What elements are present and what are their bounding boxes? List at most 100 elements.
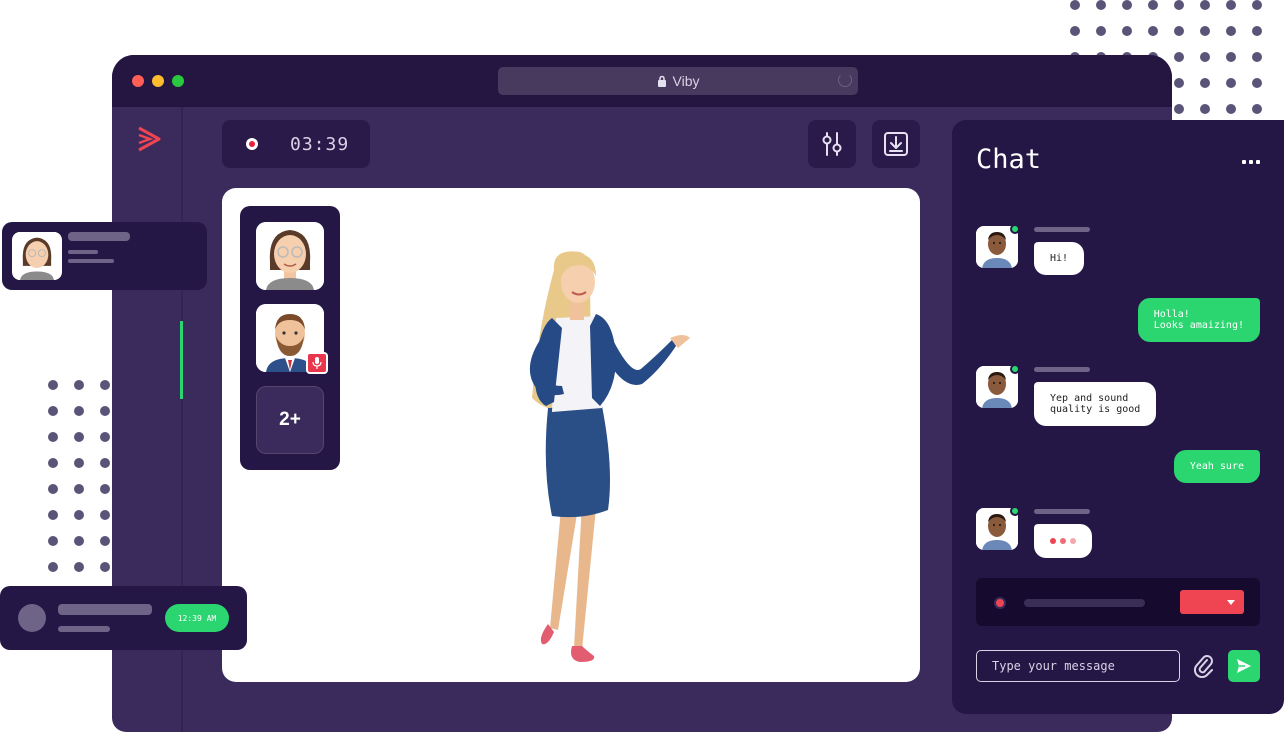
avatar xyxy=(18,604,46,632)
chat-message-outgoing: Yeah sure xyxy=(1173,450,1260,483)
decorative-dot xyxy=(1226,0,1236,10)
online-status-indicator xyxy=(1010,224,1020,234)
decorative-dot xyxy=(100,406,110,416)
name-placeholder xyxy=(1034,367,1090,372)
decorative-dot xyxy=(1252,52,1262,62)
decorative-dot xyxy=(74,458,84,468)
decorative-dot xyxy=(74,510,84,520)
close-window-button[interactable] xyxy=(132,75,144,87)
decorative-dot xyxy=(1070,0,1080,10)
participants-panel: 2+ xyxy=(240,206,340,470)
decorative-dot xyxy=(1226,52,1236,62)
online-status-indicator xyxy=(1010,364,1020,374)
call-timer: 03:39 xyxy=(222,120,370,168)
chat-title: Chat xyxy=(976,144,1042,175)
decorative-dot xyxy=(1252,78,1262,88)
name-placeholder xyxy=(68,232,130,241)
decorative-dot xyxy=(74,380,84,390)
decorative-dot xyxy=(1226,78,1236,88)
online-status-indicator xyxy=(1010,506,1020,516)
time-badge: 12:39 AM xyxy=(165,604,229,632)
decorative-dot xyxy=(48,406,58,416)
decorative-dot xyxy=(100,458,110,468)
address-bar[interactable]: Viby xyxy=(498,67,858,95)
chat-message-outgoing: Holla! Looks amaizing! xyxy=(1137,298,1260,342)
decorative-dot xyxy=(1122,26,1132,36)
decorative-dot xyxy=(1200,26,1210,36)
sidebar-active-indicator xyxy=(180,321,183,399)
participant-thumbnail[interactable] xyxy=(256,222,324,290)
decorative-dot xyxy=(1122,0,1132,10)
microphone-icon[interactable] xyxy=(306,352,328,374)
audio-progress-track[interactable] xyxy=(1024,599,1145,607)
record-button[interactable] xyxy=(994,597,1006,609)
decorative-dot xyxy=(74,432,84,442)
decorative-dot xyxy=(100,562,110,572)
decorative-dot xyxy=(1174,0,1184,10)
more-participants-button[interactable]: 2+ xyxy=(256,386,324,454)
more-options-icon[interactable] xyxy=(1242,160,1260,164)
decorative-dot xyxy=(48,562,58,572)
name-placeholder xyxy=(58,604,152,615)
audio-options-dropdown[interactable] xyxy=(1180,590,1244,614)
lock-icon xyxy=(657,75,666,87)
decorative-dot xyxy=(1148,26,1158,36)
notification-card[interactable]: 12:39 AM xyxy=(0,586,247,650)
message-input[interactable] xyxy=(976,650,1180,682)
reload-icon[interactable] xyxy=(838,73,852,87)
woman-avatar-icon xyxy=(256,222,324,290)
chat-message-incoming: Hi! xyxy=(1034,242,1085,275)
timer-text: 03:39 xyxy=(290,133,350,155)
window-title: Viby xyxy=(672,73,700,89)
participant-thumbnail[interactable] xyxy=(256,304,328,374)
settings-button[interactable] xyxy=(808,120,856,168)
name-placeholder xyxy=(1034,227,1090,232)
decorative-dot xyxy=(1174,104,1184,114)
text-placeholder xyxy=(58,626,110,632)
send-button[interactable] xyxy=(1228,650,1260,682)
text-placeholder xyxy=(68,250,98,254)
decorative-dot xyxy=(48,484,58,494)
avatar xyxy=(12,232,62,280)
maximize-window-button[interactable] xyxy=(172,75,184,87)
decorative-dot xyxy=(100,510,110,520)
title-bar: Viby xyxy=(112,55,1172,107)
name-placeholder xyxy=(1034,509,1090,514)
decorative-dot xyxy=(1200,52,1210,62)
decorative-dot xyxy=(48,432,58,442)
decorative-dot xyxy=(74,536,84,546)
decorative-dot xyxy=(1148,0,1158,10)
decorative-dot xyxy=(1174,26,1184,36)
chat-message-incoming: Yep and sound quality is good xyxy=(1034,382,1157,426)
decorative-dot xyxy=(100,484,110,494)
decorative-dot xyxy=(1200,78,1210,88)
decorative-dot xyxy=(1252,104,1262,114)
presenter-illustration xyxy=(529,251,690,662)
decorative-dot xyxy=(100,432,110,442)
minimize-window-button[interactable] xyxy=(152,75,164,87)
app-logo-icon[interactable] xyxy=(136,125,162,153)
participant-card[interactable] xyxy=(2,222,207,290)
decorative-dot xyxy=(1070,26,1080,36)
decorative-dot xyxy=(100,380,110,390)
decorative-dot xyxy=(1174,78,1184,88)
decorative-dot xyxy=(1096,0,1106,10)
decorative-dot xyxy=(48,510,58,520)
woman-avatar-icon xyxy=(13,232,61,280)
decorative-dot xyxy=(1200,104,1210,114)
decorative-dot xyxy=(1096,26,1106,36)
decorative-dot xyxy=(74,484,84,494)
recording-icon xyxy=(246,138,258,150)
decorative-dot xyxy=(100,536,110,546)
decorative-dot xyxy=(48,458,58,468)
video-stage[interactable]: 2+ xyxy=(222,188,920,682)
download-icon xyxy=(884,132,908,156)
decorative-dot xyxy=(1200,0,1210,10)
decorative-dot xyxy=(74,562,84,572)
download-button[interactable] xyxy=(872,120,920,168)
typing-indicator xyxy=(1034,524,1092,558)
decorative-dot xyxy=(1226,26,1236,36)
chat-panel: Chat Hi! Holla! Looks amaizing! Yep and … xyxy=(952,120,1284,714)
send-icon xyxy=(1237,659,1251,673)
paperclip-icon[interactable] xyxy=(1192,654,1216,678)
